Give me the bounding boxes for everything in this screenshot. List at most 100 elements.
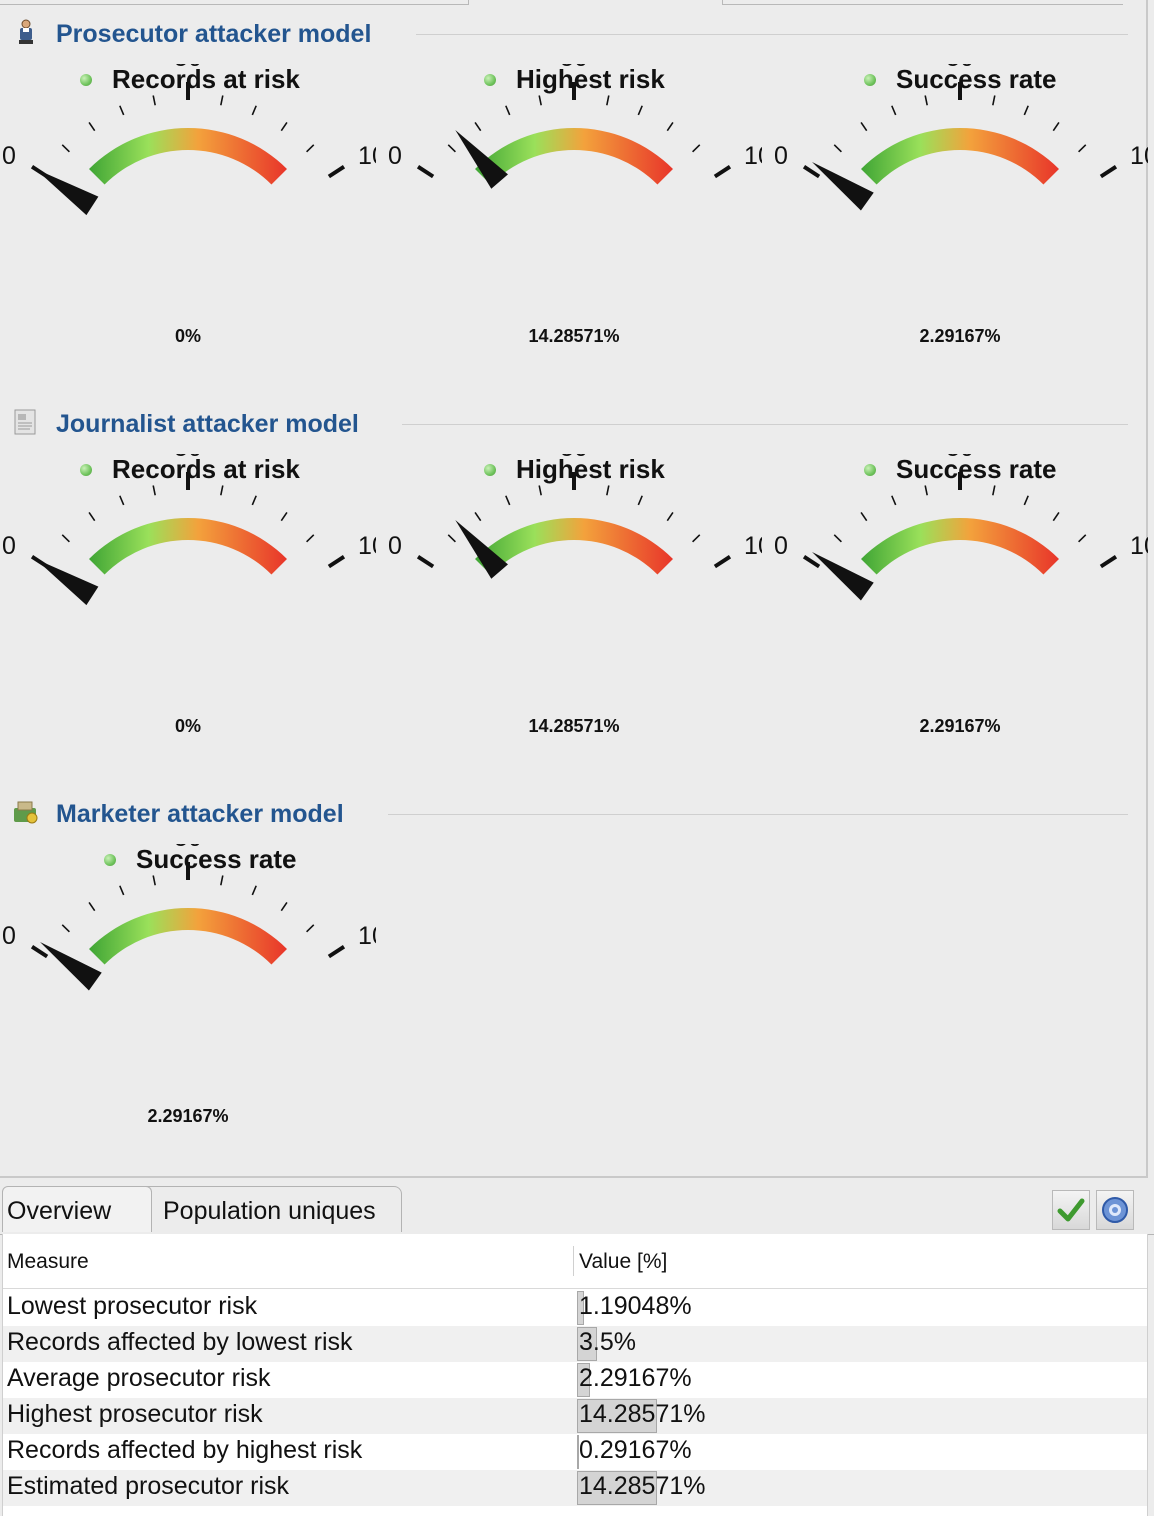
value-text: 14.28571% — [579, 1472, 706, 1500]
gauge-color-band — [89, 518, 287, 575]
gauge-scale-label: 100 — [358, 142, 376, 170]
table-row[interactable]: Highest prosecutor risk 14.28571% — [3, 1398, 1147, 1434]
gauge-tick — [416, 555, 435, 569]
value-text: 0.29167% — [579, 1436, 692, 1464]
value-cell: 1.19048% — [577, 1290, 1137, 1326]
tab-population-uniques[interactable]: Population uniques — [146, 1186, 402, 1232]
gauge-scale-label: 0 — [388, 532, 402, 560]
column-header-value[interactable]: Value [%] — [579, 1250, 667, 1274]
gauge-tick — [88, 511, 96, 522]
gauge-tick — [692, 144, 701, 153]
value-cell: 0.29167% — [577, 1434, 1137, 1470]
gauge-marketer-success-rate: Success rate0501002.29167% — [0, 844, 376, 1144]
gauge-color-band — [89, 128, 287, 185]
apply-button[interactable] — [1052, 1190, 1090, 1230]
section-divider — [388, 814, 1128, 815]
gauge-tick — [152, 95, 156, 106]
table-row[interactable]: Average prosecutor risk 2.29167% — [3, 1362, 1147, 1398]
gauge-tick — [891, 105, 897, 116]
measure-cell: Records affected by highest risk — [7, 1436, 363, 1464]
gauge-prosecutor-highest-risk: Highest risk05010014.28571% — [386, 64, 762, 364]
value-text: 1.19048% — [579, 1292, 692, 1320]
gauge-tick — [61, 534, 70, 543]
gauge-scale-label: 0 — [2, 532, 16, 560]
gauge-dial: 0 50 100 — [774, 454, 1148, 601]
journalist-icon — [14, 409, 36, 435]
gauge-tick — [860, 511, 868, 522]
gauge-color-band — [89, 908, 287, 965]
gauge-tick — [152, 485, 156, 496]
column-header-measure[interactable]: Measure — [7, 1250, 89, 1274]
gauge-tick — [505, 495, 511, 506]
gauge-journalist-records-at-risk: Records at risk0501000% — [0, 454, 376, 754]
gauge-scale-label: 100 — [1130, 142, 1148, 170]
gauge-tick — [280, 511, 288, 522]
gauge-scale-label: 100 — [744, 532, 762, 560]
gauge-dial: 0 50 100 — [774, 64, 1148, 211]
measure-cell: Estimated prosecutor risk — [7, 1472, 290, 1500]
gauge-tick — [119, 105, 125, 116]
gauge-color-band — [861, 128, 1059, 185]
section-divider — [416, 34, 1128, 35]
prosecutor-section-header: Prosecutor attacker model — [0, 14, 1140, 54]
gauge-tick — [833, 534, 842, 543]
gauge-tick — [833, 144, 842, 153]
gauge-tick — [152, 875, 156, 886]
gauge-prosecutor-success-rate: Success rate0501002.29167% — [772, 64, 1148, 364]
gauge-tick — [251, 105, 257, 116]
gauge-tick — [666, 511, 674, 522]
gauge-tick — [538, 95, 542, 106]
gauge-tick — [88, 121, 96, 132]
overview-table: Measure Value [%] Lowest prosecutor risk… — [2, 1234, 1148, 1516]
gauge-tick — [1023, 105, 1029, 116]
gauge-tick — [306, 924, 315, 933]
table-row[interactable]: Estimated prosecutor risk 14.28571% — [3, 1470, 1147, 1506]
gauge-dial: 0 50 100 — [2, 454, 376, 606]
value-cell: 3.5% — [577, 1326, 1137, 1362]
gauge-tick — [802, 555, 821, 569]
table-header: Measure Value [%] — [3, 1234, 1147, 1289]
gauge-scale-label: 50 — [946, 64, 974, 72]
table-row[interactable]: Records affected by highest risk 0.29167% — [3, 1434, 1147, 1470]
gauge-tick — [220, 875, 224, 886]
marketer-icon — [14, 801, 38, 824]
table-row[interactable]: Records affected by lowest risk 3.5% — [3, 1326, 1147, 1362]
gauge-tick — [992, 485, 996, 496]
gauge-tick — [327, 945, 346, 959]
gauge-tick — [1099, 555, 1118, 569]
gauge-tick — [280, 121, 288, 132]
gauge-scale-label: 0 — [2, 142, 16, 170]
risk-details-panel: Population uniques Overview Measure Valu… — [0, 1186, 1154, 1516]
gauge-color-band — [861, 518, 1059, 575]
gauge-value: 2.29167% — [919, 716, 1001, 736]
gauge-tick — [280, 901, 288, 912]
gauge-scale-label: 0 — [774, 142, 788, 170]
marketer-section-title: Marketer attacker model — [56, 800, 344, 828]
gauge-tick — [666, 121, 674, 132]
value-text: 14.28571% — [579, 1400, 706, 1428]
gauge-tick — [924, 485, 928, 496]
tab-overview[interactable]: Overview — [2, 1186, 152, 1232]
value-text: 2.29167% — [579, 1364, 692, 1392]
gauge-scale-label: 50 — [946, 454, 974, 462]
gauge-prosecutor-records-at-risk: Records at risk0501000% — [0, 64, 376, 364]
table-row[interactable]: Lowest prosecutor risk 1.19048% — [3, 1290, 1147, 1326]
section-divider — [402, 424, 1128, 425]
gauge-dial: 0 50 100 — [2, 64, 376, 216]
gauge-value: 14.28571% — [528, 326, 620, 346]
journalist-section-header: Journalist attacker model — [0, 404, 1140, 444]
risk-analysis-panel: Prosecutor attacker model Records at ris… — [0, 0, 1148, 1178]
gauge-tick — [802, 165, 821, 179]
column-divider[interactable] — [573, 1246, 574, 1276]
gauge-tick — [447, 144, 456, 153]
gauge-tick — [924, 95, 928, 106]
gauge-scale-label: 0 — [774, 532, 788, 560]
gauge-tick — [416, 165, 435, 179]
gauge-scale-label: 100 — [1130, 532, 1148, 560]
measure-cell: Highest prosecutor risk — [7, 1400, 263, 1428]
help-button[interactable] — [1096, 1190, 1134, 1230]
gauge-tick — [447, 534, 456, 543]
gauge-scale-label: 50 — [174, 64, 202, 72]
gauge-scale-label: 100 — [358, 922, 376, 950]
prosecutor-icon — [19, 19, 33, 44]
